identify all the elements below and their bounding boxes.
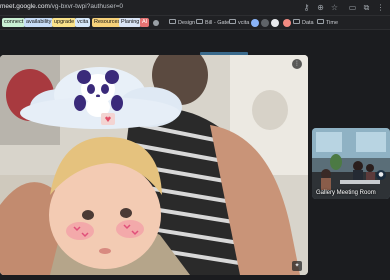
bookmark-favicon[interactable] [283, 19, 291, 27]
bookmarks-bar: connect availability upgrade vcita Resou… [0, 16, 390, 30]
folder-icon [229, 19, 236, 25]
folder-icon [196, 19, 203, 25]
bookmark-favicon[interactable] [153, 20, 159, 26]
folder-icon [169, 19, 176, 25]
visual-effects-icon[interactable]: ✦ [292, 261, 302, 271]
url-path: /vg-bxvr-twpi?authuser=0 [49, 3, 124, 10]
bookmark-favicon[interactable] [271, 19, 279, 27]
folder-bill-gate[interactable]: Bill - Gate [196, 18, 229, 28]
participant-name: Gallery Meeting Room [316, 190, 376, 196]
bookmark-resources[interactable]: Resources [92, 18, 123, 27]
url-domain: meet.google.com [0, 3, 50, 10]
bookmark-vcita[interactable]: vcita [75, 18, 91, 27]
bookmark-ai[interactable]: AI [140, 18, 150, 27]
bookmark-upgrade[interactable]: upgrade [52, 18, 77, 27]
bookmark-favicon[interactable] [261, 19, 269, 27]
extensions-icon[interactable]: ⧉ [362, 3, 371, 12]
side-participant-video [312, 128, 390, 199]
zoom-icon[interactable]: ⊕ [316, 3, 325, 12]
microphone-icon: ● [376, 170, 386, 180]
bookmark-connect[interactable]: connect [2, 18, 26, 27]
main-video-tile[interactable]: ⋮ ✦ [0, 55, 308, 275]
folder-label: Design [178, 20, 196, 26]
folder-icon [317, 19, 324, 25]
folder-label: vcita [238, 20, 250, 26]
key-icon[interactable]: ⚷ [302, 3, 311, 12]
folder-data[interactable]: Data [293, 18, 314, 28]
cast-icon[interactable]: ▭ [348, 3, 357, 12]
folder-label: Bill - Gate [205, 20, 230, 26]
more-options-icon[interactable]: ⋮ [292, 59, 302, 69]
folder-vcita[interactable]: vcita [229, 18, 249, 28]
menu-icon[interactable]: ⋮ [376, 3, 385, 12]
address-bar[interactable]: meet.google.com/vg-bxvr-twpi?authuser=0 [0, 3, 123, 10]
folder-label: Time [326, 20, 339, 26]
participant-video [0, 55, 308, 275]
bookmark-favicon[interactable] [251, 19, 259, 27]
bookmark-planing[interactable]: Planing [119, 18, 142, 27]
browser-toolbar: meet.google.com/vg-bxvr-twpi?authuser=0 … [0, 0, 390, 16]
folder-icon [293, 19, 300, 25]
folder-design[interactable]: Design [169, 18, 195, 28]
folder-time[interactable]: Time [317, 18, 338, 28]
side-video-tile[interactable]: Gallery Meeting Room ● [312, 128, 390, 199]
star-icon[interactable]: ☆ [330, 3, 339, 12]
bookmark-availability[interactable]: availability [24, 18, 54, 27]
folder-label: Data [302, 20, 314, 26]
